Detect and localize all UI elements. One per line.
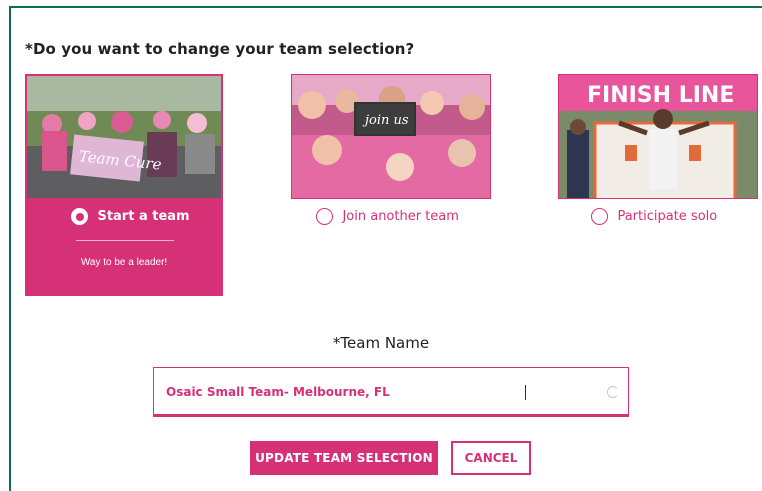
- team-name-label: *Team Name: [332, 334, 430, 352]
- option-start-team-card[interactable]: Team Cure Start a team Way to be a leade…: [25, 74, 223, 296]
- solo-label: Participate solo: [617, 209, 718, 225]
- join-team-radio-icon[interactable]: [316, 208, 333, 226]
- start-team-label: Start a team: [97, 209, 190, 225]
- start-team-radio-icon[interactable]: [71, 208, 88, 226]
- loading-spinner-icon: [607, 386, 619, 398]
- option-join-team[interactable]: Join another team: [316, 208, 459, 226]
- option-start-team[interactable]: Start a team: [71, 208, 190, 226]
- text-caret: [525, 385, 526, 400]
- join-us-sign-text: join us: [362, 113, 409, 128]
- update-team-selection-button[interactable]: UPDATE TEAM SELECTION: [250, 441, 438, 475]
- cancel-button[interactable]: CANCEL: [451, 441, 531, 475]
- solo-photo[interactable]: FINISH LINE: [558, 74, 758, 199]
- finish-line-banner-text: FINISH LINE: [587, 83, 734, 108]
- join-team-label: Join another team: [342, 209, 459, 225]
- start-team-photo: Team Cure: [27, 76, 221, 198]
- team-name-input[interactable]: [166, 381, 596, 403]
- team-name-field[interactable]: [153, 367, 629, 417]
- start-team-subtitle: Way to be a leader!: [80, 257, 168, 268]
- option-participate-solo[interactable]: Participate solo: [591, 208, 717, 226]
- card-divider: [76, 240, 174, 241]
- join-team-photo[interactable]: join us: [291, 74, 491, 199]
- team-selection-question: *Do you want to change your team selecti…: [25, 40, 415, 58]
- solo-radio-icon[interactable]: [591, 208, 608, 226]
